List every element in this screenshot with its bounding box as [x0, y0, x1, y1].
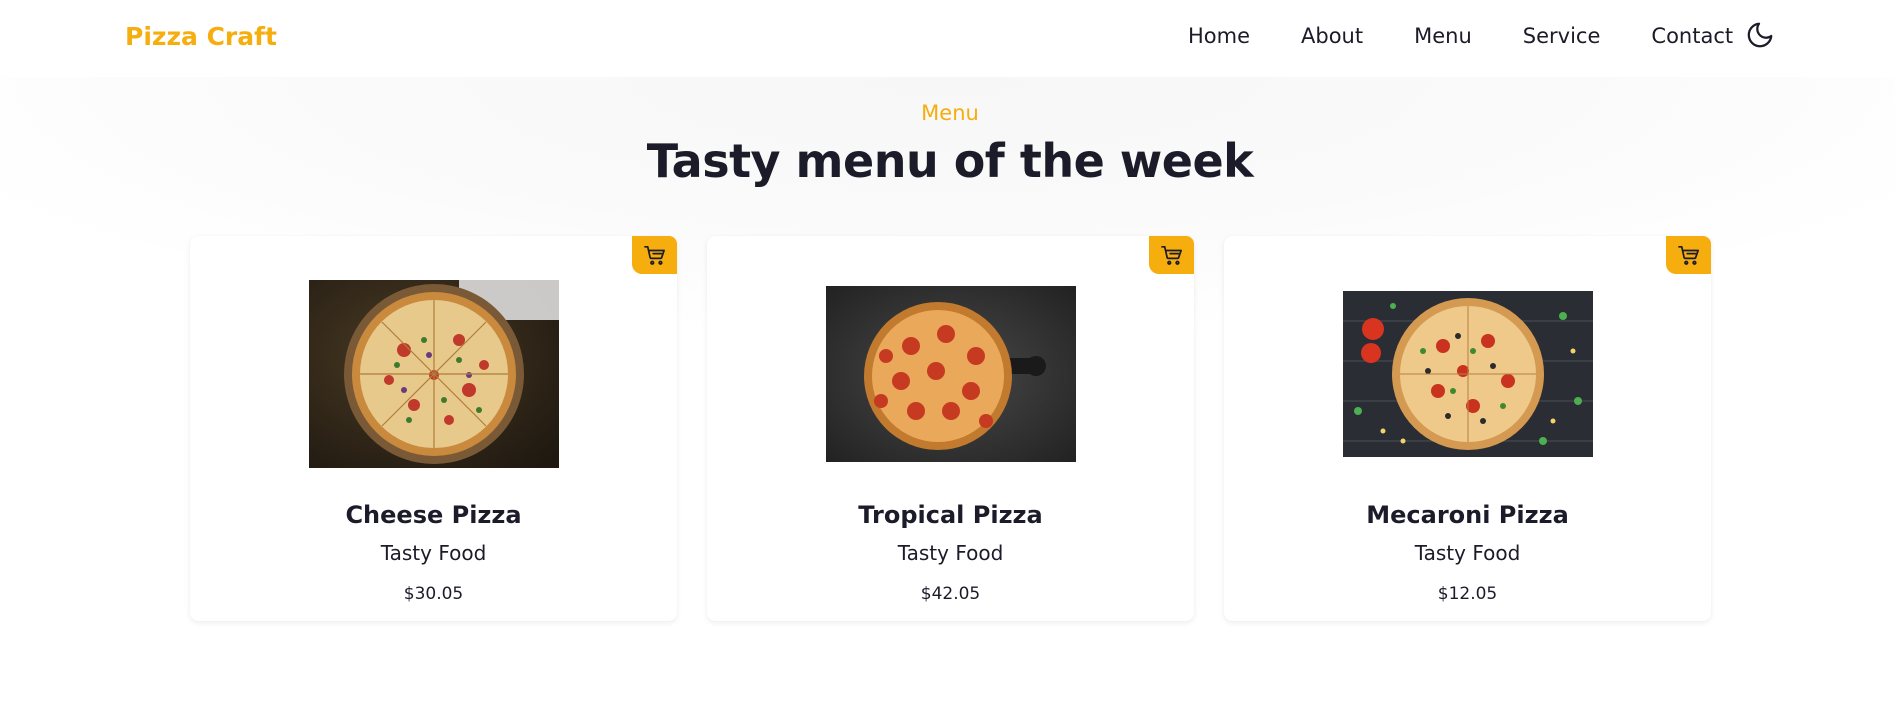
add-to-cart-button[interactable]	[632, 236, 677, 274]
menu-item-subtitle: Tasty Food	[1414, 541, 1521, 565]
menu-item-price: $12.05	[1437, 584, 1498, 604]
mecaroni-pizza-image	[1342, 291, 1593, 457]
add-to-cart-button[interactable]	[1666, 236, 1711, 274]
menu-item-name: Cheese Pizza	[345, 501, 522, 529]
theme-toggle-button[interactable]	[1745, 20, 1775, 50]
section-title: Tasty menu of the week	[646, 134, 1254, 188]
brand-logo[interactable]: Pizza Craft	[125, 22, 277, 51]
nav-link-menu[interactable]: Menu	[1414, 24, 1472, 48]
nav-link-contact[interactable]: Contact	[1651, 24, 1733, 48]
moon-icon	[1747, 22, 1773, 48]
menu-item-price: $42.05	[920, 584, 981, 604]
nav-link-home[interactable]: Home	[1188, 24, 1250, 48]
cart-icon	[1677, 245, 1699, 265]
menu-card: Mecaroni Pizza Tasty Food $12.05	[1224, 236, 1711, 621]
menu-card: Cheese Pizza Tasty Food $30.05	[190, 236, 677, 621]
nav-links: Home About Menu Service Contact	[1188, 24, 1733, 48]
menu-card: Tropical Pizza Tasty Food $42.05	[707, 236, 1194, 621]
menu-item-name: Mecaroni Pizza	[1366, 501, 1569, 529]
menu-item-name: Tropical Pizza	[858, 501, 1043, 529]
menu-item-subtitle: Tasty Food	[380, 541, 487, 565]
cart-icon	[1160, 245, 1182, 265]
cheese-pizza-image	[308, 280, 559, 468]
cart-icon	[643, 245, 665, 265]
nav-link-about[interactable]: About	[1301, 24, 1363, 48]
navbar: Pizza Craft Home About Menu Service Cont…	[0, 0, 1895, 77]
nav-link-service[interactable]: Service	[1523, 24, 1601, 48]
add-to-cart-button[interactable]	[1149, 236, 1194, 274]
tropical-pizza-image	[825, 286, 1076, 462]
menu-item-subtitle: Tasty Food	[897, 541, 1004, 565]
section-tag: Menu	[921, 101, 979, 125]
menu-item-price: $30.05	[403, 584, 464, 604]
